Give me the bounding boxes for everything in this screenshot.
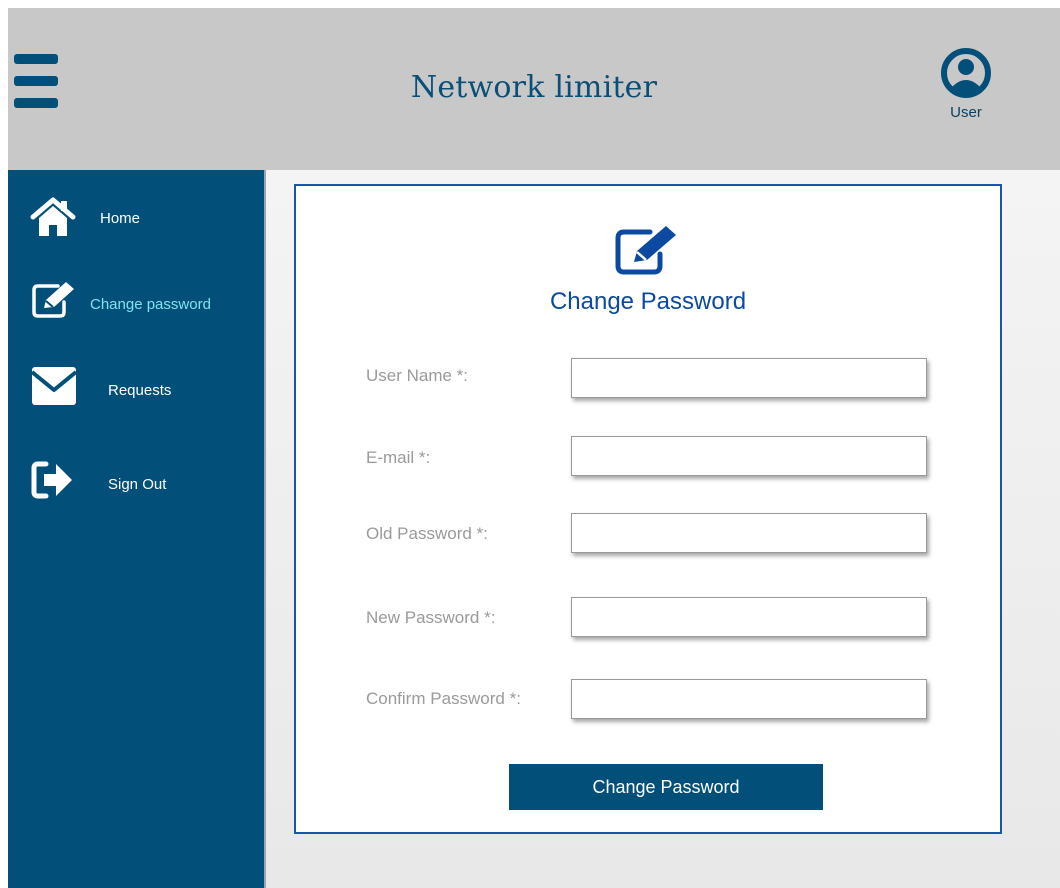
- sidebar-item-label: Change password: [90, 296, 211, 313]
- user-menu[interactable]: User: [936, 48, 996, 138]
- user-avatar-icon: [941, 48, 991, 98]
- email-input[interactable]: [571, 436, 927, 476]
- home-icon: [30, 197, 76, 236]
- sidebar-item-label: Requests: [108, 382, 172, 399]
- edit-icon: [32, 282, 74, 318]
- new-password-label: New Password *:: [366, 608, 496, 627]
- sidebar-item-change-password[interactable]: Change password: [30, 280, 258, 330]
- sidebar: Home Change password Requests Sign Out: [8, 170, 266, 888]
- sidebar-item-label: Sign Out: [108, 476, 167, 493]
- envelope-icon: [30, 367, 78, 405]
- old-password-input[interactable]: [571, 513, 927, 553]
- confirm-password-label: Confirm Password *:: [366, 689, 521, 708]
- form-title: Change Password: [549, 288, 747, 315]
- old-password-label: Old Password *:: [366, 524, 488, 543]
- sidebar-item-home[interactable]: Home: [30, 196, 258, 246]
- username-label: User Name *:: [366, 366, 469, 385]
- edit-icon: [615, 226, 676, 275]
- app-title: Network limiter: [410, 70, 658, 105]
- sidebar-item-label: Home: [100, 210, 141, 227]
- sidebar-item-requests[interactable]: Requests: [30, 364, 258, 414]
- change-password-card: Change Password User Name *: E-mail *: O…: [294, 184, 1002, 834]
- confirm-password-input[interactable]: [571, 679, 927, 719]
- change-password-button[interactable]: Change Password: [509, 764, 823, 810]
- app-frame: Network limiter User Home Change passwor…: [8, 8, 1060, 888]
- header-bar: Network limiter User: [8, 8, 1060, 170]
- main-content: Change Password User Name *: E-mail *: O…: [266, 170, 1060, 888]
- email-label: E-mail *:: [366, 448, 431, 467]
- sign-out-icon: [31, 461, 72, 499]
- sidebar-item-sign-out[interactable]: Sign Out: [30, 458, 258, 508]
- user-label: User: [950, 104, 982, 121]
- new-password-input[interactable]: [571, 597, 927, 637]
- username-input[interactable]: [571, 358, 927, 398]
